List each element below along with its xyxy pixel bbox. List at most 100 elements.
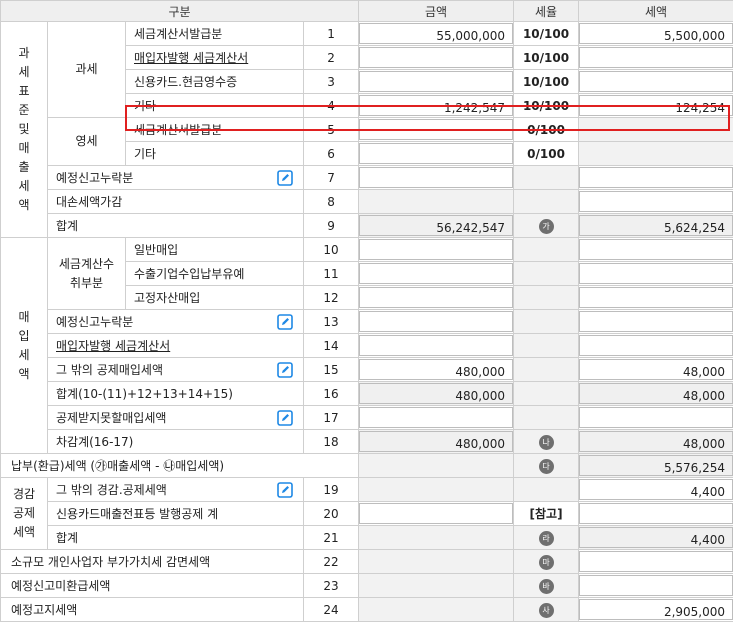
row-number: 2 xyxy=(302,45,360,70)
tax-rate xyxy=(513,333,580,358)
tax-input[interactable] xyxy=(579,71,733,92)
amount-input[interactable] xyxy=(359,47,513,68)
amount-cell-disabled xyxy=(358,477,515,502)
tax-total: 4,400 xyxy=(579,527,733,548)
tax-rate: 10/100 xyxy=(513,45,580,70)
row-number: 13 xyxy=(302,309,360,334)
row-number: 17 xyxy=(302,405,360,430)
amount-input[interactable] xyxy=(359,407,513,428)
header-category: 구분 xyxy=(0,0,360,22)
row-label: 예정신고미환급세액 xyxy=(0,573,304,598)
amount-input[interactable] xyxy=(359,119,513,140)
edit-pencil-icon[interactable] xyxy=(277,409,293,426)
amount-input[interactable] xyxy=(359,287,513,308)
tax-rate xyxy=(513,261,580,286)
table-row: 매입자발행 세금계산서 14 xyxy=(1,333,733,358)
tax-input[interactable]: 5,500,000 xyxy=(579,23,733,44)
tax-input[interactable] xyxy=(579,287,733,308)
tax-input[interactable]: 4,400 xyxy=(579,479,733,500)
edit-pencil-icon[interactable] xyxy=(277,361,293,378)
tax-rate: 10/100 xyxy=(513,21,580,46)
amount-input[interactable] xyxy=(359,167,513,188)
row-number: 6 xyxy=(302,141,360,166)
amount-input[interactable]: 55,000,000 xyxy=(359,23,513,44)
group-invoice-received: 세금계산수취부분 xyxy=(47,237,126,310)
row-number: 22 xyxy=(302,549,360,574)
table-row: 신용카드매출전표등 발행공제 계 20 [참고] xyxy=(1,501,733,526)
tax-input[interactable] xyxy=(579,335,733,356)
group-zero-rated: 영세 xyxy=(47,117,126,166)
row-label: 기타 xyxy=(125,93,304,118)
group-reduction-deduction: 경감공제세액 xyxy=(0,477,48,550)
tax-input[interactable] xyxy=(579,407,733,428)
tax-input[interactable] xyxy=(579,311,733,332)
row-label: 소규모 개인사업자 부가가치세 감면세액 xyxy=(0,549,304,574)
table-row-total: 합계 9 56,242,547 가 5,624,254 xyxy=(1,213,733,238)
tax-input[interactable]: 48,000 xyxy=(579,359,733,380)
group-purchase-tax: 매입세액 xyxy=(0,237,48,454)
row-number: 20 xyxy=(302,501,360,526)
row-number: 11 xyxy=(302,261,360,286)
row-number: 5 xyxy=(302,117,360,142)
edit-pencil-icon[interactable] xyxy=(277,481,293,498)
tax-input[interactable] xyxy=(579,167,733,188)
table-row: 경감공제세액 그 밖의 경감.공제세액 19 4,400 xyxy=(0,477,733,550)
circled-hangul-icon: 가 xyxy=(538,218,554,234)
row-number: 9 xyxy=(302,213,360,238)
tax-input[interactable] xyxy=(579,551,733,572)
amount-input[interactable]: 480,000 xyxy=(359,359,513,380)
row-number: 4 xyxy=(302,93,360,118)
reverse-invoice-link[interactable]: 매입자발행 세금계산서 xyxy=(56,339,170,353)
amount-input[interactable] xyxy=(359,143,513,164)
amount-subtotal: 480,000 xyxy=(359,383,513,404)
amount-input[interactable] xyxy=(359,311,513,332)
tax-rate: 0/100 xyxy=(513,117,580,142)
amount-input[interactable] xyxy=(359,263,513,284)
tax-input[interactable]: 2,905,000 xyxy=(579,599,733,620)
amount-cell-disabled xyxy=(358,573,515,598)
row-label: 합계 xyxy=(47,213,304,238)
table-row: 소규모 개인사업자 부가가치세 감면세액 22 마 xyxy=(0,549,733,574)
circled-hangul-icon: 사 xyxy=(538,602,554,618)
table-row: 예정신고누락분 7 xyxy=(1,165,733,190)
amount-input[interactable] xyxy=(359,503,513,524)
table-row-total: 합계 21 라 4,400 xyxy=(1,525,733,550)
edit-pencil-icon[interactable] xyxy=(277,313,293,330)
group-taxable: 과세 xyxy=(47,21,126,118)
circled-hangul-icon: 다 xyxy=(538,458,554,474)
tax-input[interactable] xyxy=(579,503,733,524)
tax-rate xyxy=(513,285,580,310)
tax-input[interactable] xyxy=(579,263,733,284)
reverse-invoice-link[interactable]: 매입자발행 세금계산서 xyxy=(134,51,248,65)
circled-hangul-icon: 나 xyxy=(538,434,554,450)
row-number: 3 xyxy=(302,69,360,94)
tax-rate xyxy=(513,237,580,262)
tax-input[interactable] xyxy=(579,575,733,596)
amount-input[interactable] xyxy=(359,335,513,356)
amount-input[interactable]: 1,242,547 xyxy=(359,95,513,116)
row-number: 16 xyxy=(302,381,360,406)
row-label: 합계(10-(11)+12+13+14+15) xyxy=(47,381,304,406)
tax-input[interactable] xyxy=(579,191,733,212)
header-amount: 금액 xyxy=(358,0,515,22)
amount-cell-disabled xyxy=(358,453,515,478)
tax-rate xyxy=(513,477,580,502)
tax-cell-disabled xyxy=(578,117,733,142)
vat-return-form: 구분 금액 세율 세액 과세표준및매출세액 과세 세금계산서발급분 1 55,0… xyxy=(0,0,733,638)
tax-rate xyxy=(513,165,580,190)
table-row: 예정신고미환급세액 23 바 xyxy=(0,573,733,598)
amount-input[interactable] xyxy=(359,71,513,92)
tax-input[interactable] xyxy=(579,47,733,68)
tax-total: 48,000 xyxy=(579,431,733,452)
tax-rate xyxy=(513,381,580,406)
edit-pencil-icon[interactable] xyxy=(277,169,293,186)
row-number: 19 xyxy=(302,477,360,502)
table-row: 매입세액 세금계산수취부분 일반매입 10 xyxy=(0,237,733,454)
table-row: 공제받지못할매입세액 17 xyxy=(1,405,733,430)
row-label: 그 밖의 공제매입세액 xyxy=(56,363,163,377)
tax-input[interactable] xyxy=(579,239,733,260)
amount-cell-disabled xyxy=(358,549,515,574)
amount-input[interactable] xyxy=(359,239,513,260)
tax-input[interactable]: 124,254 xyxy=(579,95,733,116)
row-label: 예정신고누락분 xyxy=(56,315,134,329)
